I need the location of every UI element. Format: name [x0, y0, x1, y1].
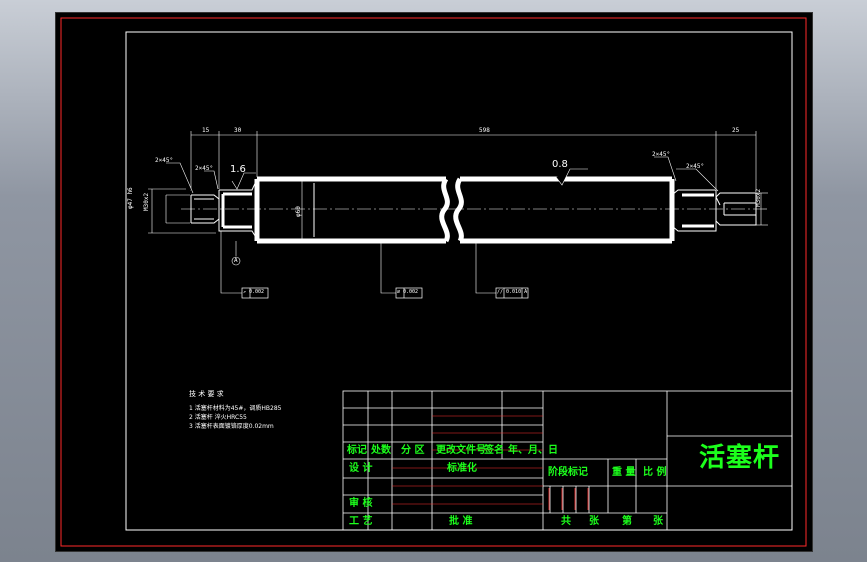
- design-label: 设 计: [349, 463, 373, 474]
- dim-diameter-left-a: φ47 h6: [127, 187, 134, 209]
- stage-mark-label: 阶段标记: [548, 467, 588, 478]
- chamfer-left-inner: 2×45°: [195, 165, 214, 172]
- standardize-label: 标准化: [447, 463, 477, 474]
- roughness-left: 1.6: [230, 164, 246, 175]
- outer-border: [60, 17, 807, 547]
- total-label: 共: [561, 516, 571, 527]
- rev-header-zone: 分 区: [401, 445, 425, 456]
- rev-header-doc: 更改文件号: [436, 445, 486, 456]
- tech-req-item-3: 3 活塞杆表面镀铬厚度0.02mm: [189, 423, 274, 430]
- signature-lines: [392, 415, 543, 505]
- rev-header-sign: 签名: [484, 445, 504, 456]
- roughness-main: 0.8: [552, 159, 568, 170]
- dim-diameter-left-b: M30x2: [143, 192, 150, 211]
- rod-profile: [190, 176, 757, 244]
- dim-left-15: 15: [202, 127, 210, 134]
- tolerance-2: ⌀ 0.002: [397, 289, 419, 295]
- tolerance-3: // 0.010 A: [497, 289, 528, 295]
- sheet-no-label: 第: [622, 516, 632, 527]
- dim-diameter-right: M30x2: [755, 188, 762, 207]
- weight-label: 重 量: [612, 467, 636, 478]
- chamfer-left-outer: 2×45°: [155, 157, 174, 164]
- tolerance-1: ↗ 0.002: [243, 289, 265, 295]
- chamfer-right-outer: 2×45°: [686, 163, 705, 170]
- stage-mark-boxes: [548, 488, 589, 510]
- tech-req-item-1: 1 活塞杆材料为45#，调质HB285: [189, 405, 282, 412]
- chamfer-right-inner: 2×45°: [652, 151, 671, 158]
- part-name-title: 活塞杆: [699, 443, 781, 473]
- dim-diameter-body: φ60: [295, 206, 302, 217]
- sheet-suffix-label: 张: [653, 516, 663, 527]
- review-label: 审 核: [349, 498, 373, 509]
- rev-header-date: 年、月、日: [508, 445, 558, 456]
- drawing-sheet: 15 30 598 25 φ47 h6 M30x2 φ60 M30x2 2×45…: [55, 12, 813, 552]
- dim-right: 25: [732, 127, 740, 134]
- approve-label: 批 准: [449, 516, 473, 527]
- process-label: 工 艺: [349, 516, 373, 527]
- tech-req-heading: 技 术 要 求: [189, 390, 224, 398]
- datum-label: A: [234, 257, 238, 264]
- tech-req-item-2: 2 活塞杆 淬火HRC55: [189, 414, 247, 421]
- dim-overall: 598: [479, 127, 490, 134]
- rev-header-mark: 标记: [347, 445, 367, 456]
- scale-label: 比 例: [643, 467, 667, 478]
- sheets-label: 张: [589, 516, 599, 527]
- dim-left-30: 30: [234, 127, 242, 134]
- rev-header-count: 处数: [371, 445, 391, 456]
